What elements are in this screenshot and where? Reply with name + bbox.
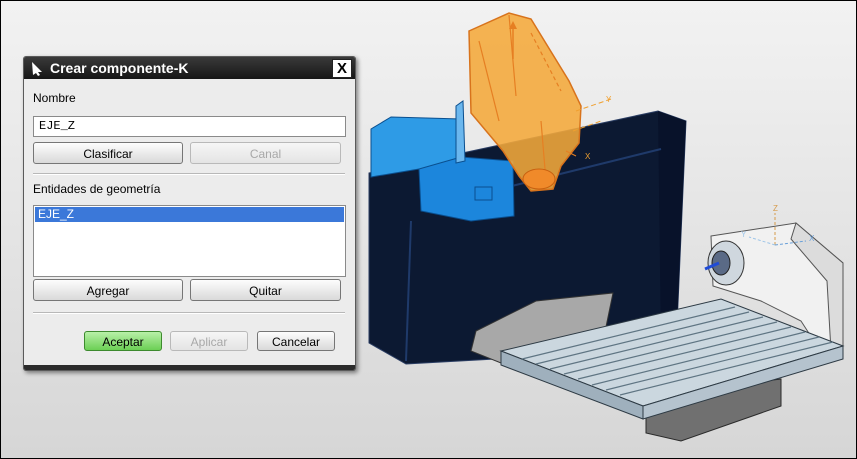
head-axis-label-x: X xyxy=(585,152,591,161)
remove-button[interactable]: Quitar xyxy=(190,279,341,301)
dialog-title: Crear componente-K xyxy=(50,60,189,76)
machine-table xyxy=(470,292,845,442)
channel-button[interactable]: Canal xyxy=(190,142,341,164)
name-label: Nombre xyxy=(33,91,76,105)
close-icon[interactable]: X xyxy=(332,59,352,78)
head-axis-label-y: Y xyxy=(606,95,612,104)
work-axis-label-z: Z xyxy=(773,204,778,213)
geometry-entities-label: Entidades de geometría xyxy=(33,182,161,196)
cursor-arrow-icon xyxy=(32,62,42,76)
classify-button[interactable]: Clasificar xyxy=(33,142,183,164)
name-input[interactable]: EJE_Z xyxy=(33,116,346,137)
list-item[interactable]: EJE_Z xyxy=(35,207,344,222)
create-k-component-dialog: Crear componente-K X Nombre EJE_Z Clasif… xyxy=(23,56,356,371)
cancel-button[interactable]: Cancelar xyxy=(257,331,335,351)
work-axis-label-y: Y xyxy=(741,230,747,239)
work-axis-label-x: X xyxy=(809,234,815,243)
separator xyxy=(33,173,345,175)
geometry-entities-list[interactable]: EJE_Z xyxy=(33,205,346,277)
separator xyxy=(33,312,345,314)
accept-button[interactable]: Aceptar xyxy=(84,331,162,351)
dialog-titlebar[interactable]: Crear componente-K X xyxy=(24,57,355,79)
application-window: Y X Z X Y Crear componente-K X Nombre EJ… xyxy=(0,0,857,459)
apply-button[interactable]: Aplicar xyxy=(170,331,248,351)
add-button[interactable]: Agregar xyxy=(33,279,183,301)
dialog-bottom-border xyxy=(24,365,355,370)
